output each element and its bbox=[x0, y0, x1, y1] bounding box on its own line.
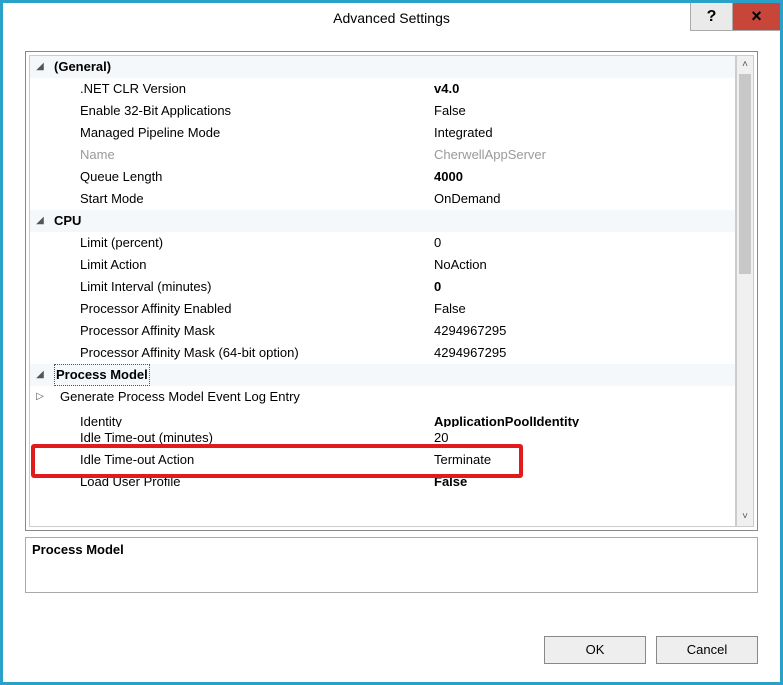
cancel-button[interactable]: Cancel bbox=[656, 636, 758, 664]
property-value[interactable]: 0 bbox=[428, 276, 735, 298]
group-label: Process Model bbox=[50, 364, 428, 386]
dialog-buttons: OK Cancel bbox=[544, 636, 758, 664]
property-row-identity[interactable]: Identity ApplicationPoolIdentity bbox=[30, 408, 735, 427]
property-row[interactable]: Processor Affinity Mask (64-bit option) … bbox=[30, 342, 735, 364]
property-label: Limit (percent) bbox=[50, 232, 428, 254]
property-label: Idle Time-out Action bbox=[50, 449, 428, 471]
description-title: Process Model bbox=[32, 542, 124, 557]
property-row[interactable]: Idle Time-out Action Terminate bbox=[30, 449, 735, 471]
property-label: Identity bbox=[50, 408, 428, 427]
property-row[interactable]: Processor Affinity Enabled False bbox=[30, 298, 735, 320]
vertical-scrollbar[interactable]: ˄ ˅ bbox=[736, 55, 754, 527]
property-label: Start Mode bbox=[50, 188, 428, 210]
titlebar: Advanced Settings ? × bbox=[3, 3, 780, 33]
property-label: Managed Pipeline Mode bbox=[50, 122, 428, 144]
property-label: Limit Action bbox=[50, 254, 428, 276]
property-value[interactable]: ApplicationPoolIdentity bbox=[428, 408, 735, 427]
property-row[interactable]: Processor Affinity Mask 4294967295 bbox=[30, 320, 735, 342]
property-value[interactable]: NoAction bbox=[428, 254, 735, 276]
expand-icon[interactable]: ▷ bbox=[30, 386, 50, 408]
property-label: Name bbox=[50, 144, 428, 166]
property-row[interactable]: Enable 32-Bit Applications False bbox=[30, 100, 735, 122]
collapse-icon[interactable]: ◢ bbox=[30, 210, 50, 232]
property-row[interactable]: Load User Profile False bbox=[30, 471, 735, 493]
ok-button[interactable]: OK bbox=[544, 636, 646, 664]
property-value[interactable]: False bbox=[428, 100, 735, 122]
property-value[interactable]: 0 bbox=[428, 232, 735, 254]
property-row: Name CherwellAppServer bbox=[30, 144, 735, 166]
property-row[interactable]: .NET CLR Version v4.0 bbox=[30, 78, 735, 100]
scroll-down-icon[interactable]: ˅ bbox=[737, 508, 753, 526]
property-value[interactable]: False bbox=[428, 298, 735, 320]
property-row[interactable]: Limit Interval (minutes) 0 bbox=[30, 276, 735, 298]
property-grid-wrap: ◢ (General) .NET CLR Version v4.0 Enable… bbox=[25, 51, 758, 531]
property-label: Queue Length bbox=[50, 166, 428, 188]
property-value[interactable]: v4.0 bbox=[428, 78, 735, 100]
scroll-thumb[interactable] bbox=[739, 74, 751, 274]
help-button[interactable]: ? bbox=[690, 3, 732, 31]
property-label: .NET CLR Version bbox=[50, 78, 428, 100]
property-row[interactable]: Limit Action NoAction bbox=[30, 254, 735, 276]
property-label: Idle Time-out (minutes) bbox=[50, 427, 428, 449]
property-value[interactable]: Integrated bbox=[428, 122, 735, 144]
property-value[interactable]: False bbox=[428, 471, 735, 493]
property-row[interactable]: Start Mode OnDemand bbox=[30, 188, 735, 210]
property-row-idle-timeout[interactable]: Idle Time-out (minutes) 20 bbox=[30, 427, 735, 449]
property-label: Enable 32-Bit Applications bbox=[50, 100, 428, 122]
group-header-general[interactable]: ◢ (General) bbox=[30, 56, 735, 78]
property-row[interactable]: Queue Length 4000 bbox=[30, 166, 735, 188]
property-value: CherwellAppServer bbox=[428, 144, 735, 166]
property-label: Processor Affinity Enabled bbox=[50, 298, 428, 320]
scroll-track[interactable] bbox=[737, 74, 753, 508]
group-header-process-model[interactable]: ◢ Process Model bbox=[30, 364, 735, 386]
content-area: ◢ (General) .NET CLR Version v4.0 Enable… bbox=[25, 51, 758, 612]
property-grid[interactable]: ◢ (General) .NET CLR Version v4.0 Enable… bbox=[29, 55, 736, 527]
property-value[interactable]: 4000 bbox=[428, 166, 735, 188]
property-value[interactable]: 20 bbox=[428, 427, 735, 449]
property-value[interactable]: 4294967295 bbox=[428, 342, 735, 364]
property-label: Generate Process Model Event Log Entry bbox=[50, 386, 428, 408]
property-value[interactable]: 4294967295 bbox=[428, 320, 735, 342]
collapse-icon[interactable]: ◢ bbox=[30, 56, 50, 78]
group-header-cpu[interactable]: ◢ CPU bbox=[30, 210, 735, 232]
property-row[interactable]: Limit (percent) 0 bbox=[30, 232, 735, 254]
description-panel: Process Model bbox=[25, 537, 758, 593]
collapse-icon[interactable]: ◢ bbox=[30, 364, 50, 386]
scroll-up-icon[interactable]: ˄ bbox=[737, 56, 753, 74]
property-row[interactable]: Managed Pipeline Mode Integrated bbox=[30, 122, 735, 144]
window-title: Advanced Settings bbox=[3, 3, 780, 33]
property-row[interactable]: ▷ Generate Process Model Event Log Entry bbox=[30, 386, 735, 408]
dialog-window: Advanced Settings ? × ◢ (General) .NET C… bbox=[0, 0, 783, 685]
close-button[interactable]: × bbox=[732, 3, 780, 31]
property-label: Limit Interval (minutes) bbox=[50, 276, 428, 298]
titlebar-buttons: ? × bbox=[690, 3, 780, 31]
group-label: (General) bbox=[50, 56, 428, 78]
property-value[interactable]: Terminate bbox=[428, 449, 735, 471]
property-label: Processor Affinity Mask (64-bit option) bbox=[50, 342, 428, 364]
property-value[interactable]: OnDemand bbox=[428, 188, 735, 210]
property-label: Processor Affinity Mask bbox=[50, 320, 428, 342]
property-label: Load User Profile bbox=[50, 471, 428, 493]
group-label: CPU bbox=[50, 210, 428, 232]
property-value[interactable] bbox=[428, 386, 735, 408]
